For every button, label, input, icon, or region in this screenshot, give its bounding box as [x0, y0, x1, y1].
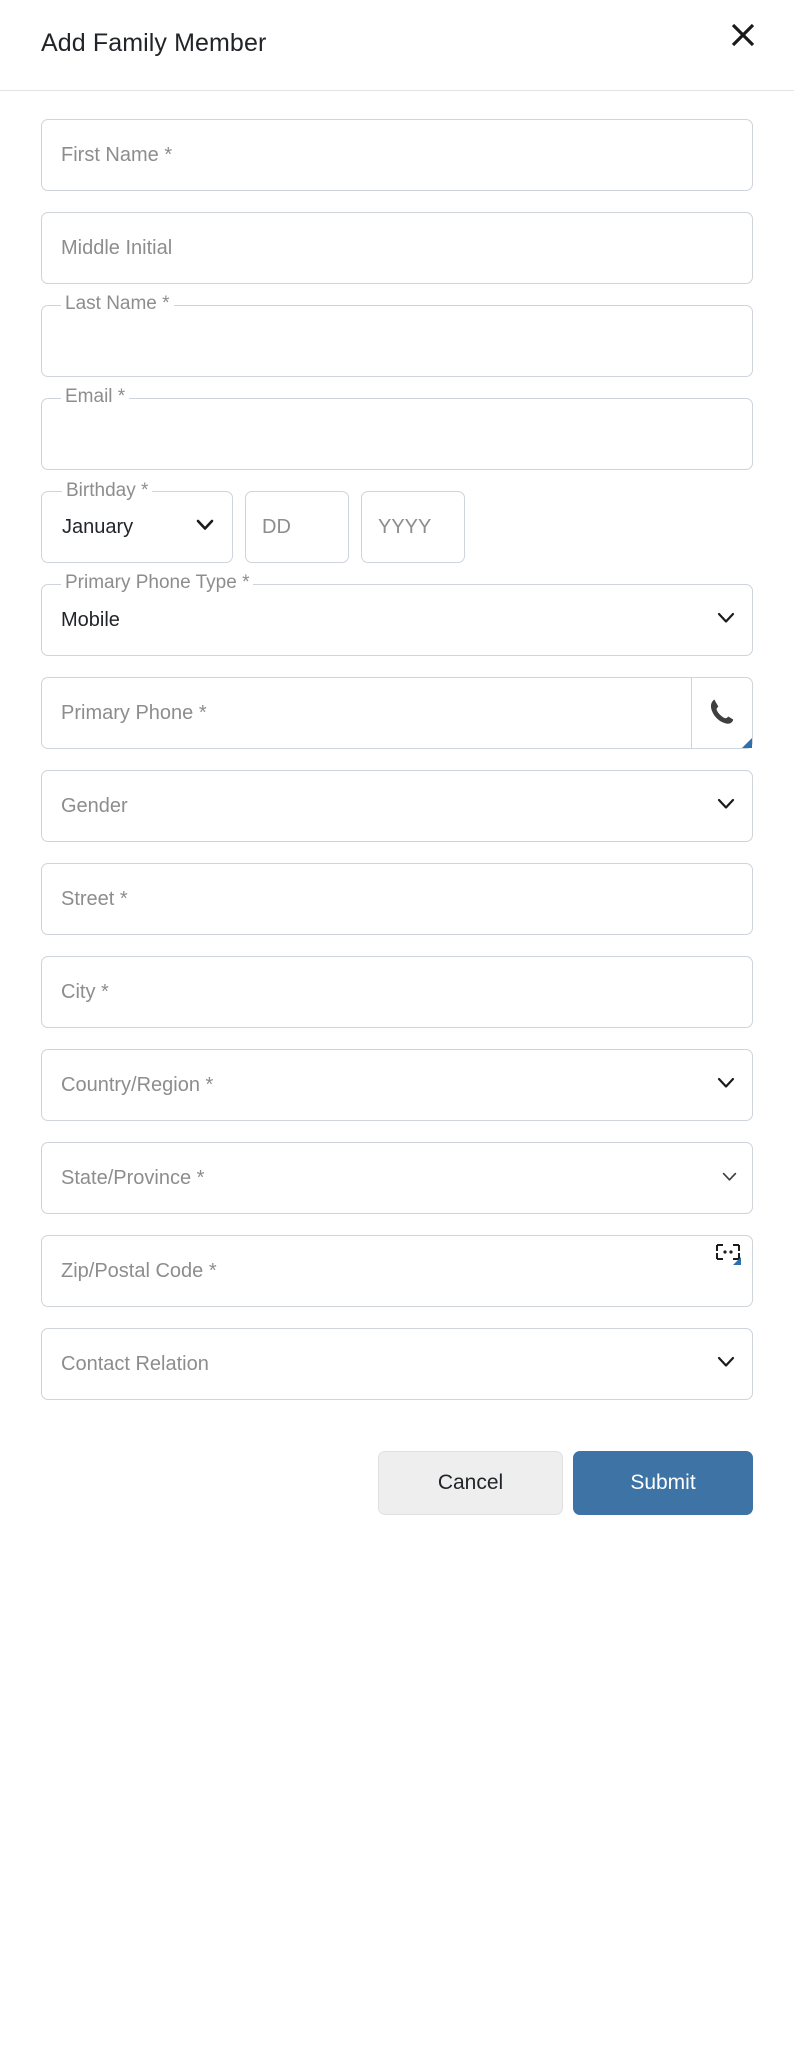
primary-phone-type-value[interactable]: Mobile — [61, 584, 120, 656]
field-country-region — [41, 1049, 753, 1121]
last-name-label: Last Name * — [61, 293, 174, 315]
middle-initial-input[interactable] — [41, 212, 753, 284]
primary-phone-type-label: Primary Phone Type * — [61, 572, 254, 594]
email-label: Email * — [61, 386, 130, 408]
street-input[interactable] — [41, 863, 753, 935]
birthday-year-input[interactable] — [361, 491, 465, 563]
submit-button[interactable]: Submit — [573, 1451, 753, 1515]
state-province-select[interactable] — [41, 1142, 753, 1214]
field-city — [41, 956, 753, 1028]
primary-phone-input[interactable] — [41, 677, 691, 749]
field-birthday: Birthday * January — [41, 480, 753, 563]
country-region-select[interactable] — [41, 1049, 753, 1121]
email-input[interactable] — [41, 398, 753, 470]
modal-body: Last Name * Email * Birthday * January P… — [0, 91, 794, 1400]
birthday-label: Birthday * — [62, 480, 153, 502]
field-state-province — [41, 1142, 753, 1214]
gender-select[interactable] — [41, 770, 753, 842]
close-button[interactable] — [724, 16, 762, 54]
birthday-day-input[interactable] — [245, 491, 349, 563]
modal-footer: Cancel Submit — [0, 1421, 794, 1515]
chevron-down-icon — [196, 518, 214, 536]
field-primary-phone-type: Primary Phone Type * Mobile — [41, 572, 753, 656]
field-gender — [41, 770, 753, 842]
field-last-name: Last Name * — [41, 293, 753, 377]
field-street — [41, 863, 753, 935]
primary-phone-type-outline — [41, 584, 753, 656]
field-first-name — [41, 119, 753, 191]
zip-postal-code-input[interactable] — [41, 1235, 753, 1307]
first-name-input[interactable] — [41, 119, 753, 191]
cancel-button[interactable]: Cancel — [378, 1451, 563, 1515]
phone-lookup-button[interactable] — [691, 677, 753, 749]
zip-lookup-icon[interactable] — [715, 1243, 741, 1265]
modal-header: Add Family Member — [0, 0, 794, 91]
field-email: Email * — [41, 386, 753, 470]
corner-indicator-icon — [742, 738, 752, 748]
field-contact-relation — [41, 1328, 753, 1400]
field-primary-phone — [41, 677, 753, 749]
last-name-input[interactable] — [41, 305, 753, 377]
phone-icon — [705, 694, 739, 733]
page-title: Add Family Member — [41, 29, 267, 57]
field-zip-postal-code — [41, 1235, 753, 1307]
field-middle-initial — [41, 212, 753, 284]
close-icon — [730, 22, 756, 48]
birthday-month-select[interactable]: Birthday * January — [41, 480, 233, 563]
birthday-month-value: January — [62, 515, 134, 538]
city-input[interactable] — [41, 956, 753, 1028]
contact-relation-select[interactable] — [41, 1328, 753, 1400]
